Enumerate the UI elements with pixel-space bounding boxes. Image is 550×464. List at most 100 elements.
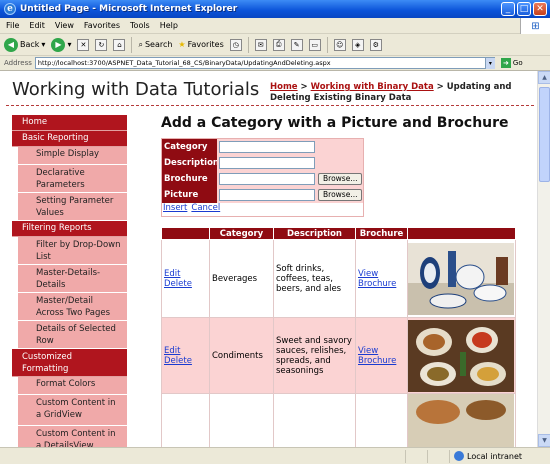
column-header-brochure: Brochure (355, 227, 408, 240)
go-button[interactable]: ➜ Go (500, 58, 523, 68)
history-icon[interactable]: ◷ (229, 38, 242, 51)
go-label: Go (512, 59, 523, 67)
header-divider (6, 105, 534, 106)
minimize-button[interactable]: _ (501, 2, 515, 16)
mail-icon[interactable]: ✉ (254, 38, 267, 51)
messenger-icon[interactable]: ☺ (333, 38, 346, 51)
sidebar-item-custom-content-detailsview[interactable]: Custom Content in a DetailsView (18, 426, 127, 447)
sidebar-item-custom-content-gridview[interactable]: Custom Content in a GridView (18, 395, 127, 426)
sidebar-section-customized-formatting[interactable]: Customized Formatting (12, 349, 127, 377)
search-icon: ⌕ (138, 39, 143, 49)
menu-edit[interactable]: Edit (29, 21, 45, 30)
status-cell (428, 449, 450, 463)
forward-arrow-icon: ▶ (51, 37, 66, 52)
address-input[interactable]: http://localhost:3700/ASPNET_Data_Tutori… (34, 57, 495, 69)
brochure-label: Brochure (162, 170, 217, 187)
cancel-link[interactable]: Cancel (191, 203, 220, 213)
category-input[interactable] (219, 140, 315, 153)
category-cell (209, 393, 274, 447)
sidebar-item-format-colors[interactable]: Format Colors (18, 377, 127, 395)
sidebar-section-basic-reporting[interactable]: Basic Reporting (12, 131, 127, 147)
delete-link[interactable]: Delete (164, 356, 192, 366)
close-button[interactable]: ✕ (533, 2, 547, 16)
chevron-down-icon[interactable]: ▾ (484, 57, 495, 69)
edit-icon[interactable]: ✎ (290, 38, 303, 51)
condiments-picture (408, 319, 514, 392)
brochure-cell: View Brochure (355, 239, 408, 318)
edit-link[interactable]: Edit (164, 269, 180, 279)
sidebar-item-master-details-details[interactable]: Master-Details-Details (18, 265, 127, 293)
sidebar-section-filtering-reports[interactable]: Filtering Reports (12, 221, 127, 237)
edit-link[interactable]: Edit (164, 346, 180, 356)
tools-icon[interactable]: ⚙ (369, 38, 382, 51)
scroll-up-icon[interactable]: ▲ (538, 71, 550, 84)
menu-file[interactable]: File (6, 21, 19, 30)
delete-link[interactable]: Delete (164, 279, 192, 289)
sidebar-item-setting-parameter-values[interactable]: Setting Parameter Values (18, 193, 127, 221)
picture-browse-button[interactable]: Browse... (318, 188, 363, 201)
table-row (161, 393, 516, 447)
address-label: Address (4, 59, 32, 67)
form-row-brochure: Brochure Browse... (162, 170, 363, 187)
category-label: Category (162, 138, 217, 155)
beverages-picture (408, 242, 514, 315)
menu-bar: File Edit View Favorites Tools Help ⊞ (0, 18, 550, 34)
picture-cell (407, 239, 516, 318)
form-row-description: Description (162, 154, 363, 171)
home-icon[interactable]: ⌂ (113, 38, 126, 51)
insert-link[interactable]: Insert (163, 203, 187, 213)
view-brochure-link[interactable]: View Brochure (358, 346, 396, 366)
sidebar-item-filter-by-drop-down-list[interactable]: Filter by Drop-Down List (18, 237, 127, 265)
favorites-button[interactable]: ★ Favorites (178, 40, 223, 49)
back-button[interactable]: ◀ Back ▾ (4, 37, 45, 52)
description-cell: Sweet and savory sauces, relishes, sprea… (273, 317, 356, 394)
menu-tools[interactable]: Tools (130, 21, 150, 30)
sidebar-item-home[interactable]: Home (12, 115, 127, 131)
row-actions: Edit Delete (161, 317, 210, 394)
go-arrow-icon: ➜ (500, 58, 511, 68)
scroll-down-icon[interactable]: ▼ (538, 434, 550, 447)
main-content: Add a Category with a Picture and Brochu… (161, 115, 533, 447)
toolbar: ◀ Back ▾ ▶ ▾ ✕ ↻ ⌂ ⌕ Search ★ Favorites … (0, 34, 550, 56)
scroll-thumb[interactable] (539, 87, 550, 182)
menu-view[interactable]: View (55, 21, 74, 30)
brochure-cell: View Brochure (355, 317, 408, 394)
vertical-scrollbar[interactable]: ▲ ▼ (537, 71, 550, 447)
refresh-icon[interactable]: ↻ (95, 38, 108, 51)
brochure-browse-button[interactable]: Browse... (318, 172, 363, 185)
breadcrumb-parent-link[interactable]: Working with Binary Data (311, 82, 434, 92)
breadcrumb-home-link[interactable]: Home (270, 82, 298, 92)
picture-cell (407, 393, 516, 447)
status-cell (406, 449, 428, 463)
sidebar-item-details-of-selected-row[interactable]: Details of Selected Row (18, 321, 127, 349)
brochure-cell (355, 393, 408, 447)
forward-button[interactable]: ▶ ▾ (51, 37, 71, 52)
brochure-file-input[interactable] (219, 172, 315, 185)
back-arrow-icon: ◀ (4, 37, 18, 52)
status-message (0, 449, 406, 463)
picture-label: Picture (162, 186, 217, 203)
categories-grid: Category Description Brochure Edit Delet… (161, 227, 516, 447)
research-icon[interactable]: ◈ (351, 38, 364, 51)
favorites-label: Favorites (187, 40, 224, 49)
page-viewport: Working with Data Tutorials Home > Worki… (0, 71, 537, 447)
sidebar-item-declarative-parameters[interactable]: Declarative Parameters (18, 165, 127, 193)
print-icon[interactable]: ⎙ (272, 38, 285, 51)
sidebar-item-master-detail-across-two-pages[interactable]: Master/Detail Across Two Pages (18, 293, 127, 321)
search-button[interactable]: ⌕ Search (138, 40, 172, 50)
sidebar-item-simple-display[interactable]: Simple Display (18, 147, 127, 165)
maximize-button[interactable]: □ (517, 2, 531, 16)
stop-icon[interactable]: ✕ (77, 38, 90, 51)
view-brochure-link[interactable]: View Brochure (358, 269, 396, 289)
description-input[interactable] (219, 156, 315, 169)
ie-logo-icon: e (4, 3, 16, 15)
insert-form: Category Description Brochure Browse... … (161, 138, 364, 217)
menu-favorites[interactable]: Favorites (84, 21, 120, 30)
site-title: Working with Data Tutorials (12, 79, 260, 100)
discuss-icon[interactable]: ▭ (308, 38, 321, 51)
picture-file-input[interactable] (219, 188, 315, 201)
category-cell: Condiments (209, 317, 274, 394)
row-actions (161, 393, 210, 447)
menu-help[interactable]: Help (160, 21, 178, 30)
search-label: Search (144, 40, 173, 49)
